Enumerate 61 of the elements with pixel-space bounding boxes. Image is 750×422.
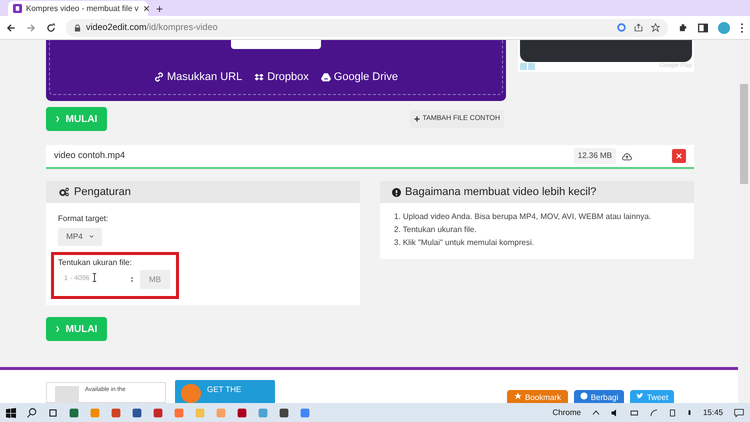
source-link[interactable]: Masukkan URL	[167, 69, 242, 86]
address-bar[interactable]: video2edit.com/id/kompres-video	[66, 18, 668, 36]
source-link[interactable]: Dropbox	[267, 69, 309, 86]
gears-icon	[58, 187, 70, 197]
browser-tab[interactable]: Kompres video - membuat file v	[8, 1, 148, 16]
tablet-icon	[668, 408, 676, 416]
speaker-icon	[610, 408, 619, 416]
windows-icon	[6, 408, 16, 418]
info-icon	[392, 188, 401, 196]
share-icon	[634, 23, 643, 32]
chevron-icon	[56, 115, 62, 123]
file-name: video contoh.mp4	[54, 149, 126, 162]
dropbox-icon	[254, 72, 264, 82]
upload-cloud-icon	[622, 152, 632, 160]
field-label: Format target:	[58, 213, 110, 225]
panel-title: Pengaturan	[74, 184, 131, 200]
file-size: 12.36 MB	[574, 148, 616, 164]
url-text: video2edit.com/id/kompres-video	[86, 20, 218, 34]
side-panel-icon	[698, 22, 708, 32]
chevron-icon	[56, 325, 62, 333]
format-select[interactable]: MP4	[58, 228, 102, 246]
star-icon	[514, 392, 522, 400]
step-text: 1. Upload video Anda. Bisa berupa MP4, MOV, AVI, WEBM atau lainnya.	[394, 211, 652, 223]
field-label: Tentukan ukuran file:	[58, 257, 133, 269]
bird-icon	[636, 392, 644, 400]
caret-icon	[88, 235, 94, 239]
forward-icon	[26, 22, 36, 32]
clock: 15:45	[702, 406, 723, 418]
link-icon	[154, 72, 164, 82]
star-icon	[651, 23, 660, 32]
panel-title: Bagaimana membuat video lebih kecil?	[405, 184, 596, 200]
unit-label: MB	[140, 270, 170, 289]
back-icon	[6, 22, 16, 32]
share-button[interactable]: Berbagi	[574, 390, 624, 403]
tab-title: Kompres video - membuat file v	[26, 2, 138, 14]
spinner-icon	[130, 276, 134, 283]
lock-icon	[74, 24, 81, 32]
drive-icon	[320, 72, 331, 82]
caret-icon	[592, 408, 600, 416]
source-link[interactable]: Google Drive	[334, 69, 398, 86]
text-cursor-icon	[92, 273, 97, 282]
avatar[interactable]	[718, 22, 730, 34]
scroll-thumb[interactable]	[740, 84, 748, 184]
new-tab-button[interactable]: +	[152, 2, 168, 16]
addon-text: GET THE	[207, 384, 242, 396]
task-view-icon	[48, 408, 58, 418]
remove-button[interactable]	[672, 149, 686, 163]
step-text: 2. Tentukan ukuran file.	[394, 224, 478, 236]
step-text: 3. Klik "Mulai" untuk memulai kompresi.	[394, 237, 535, 249]
plus-icon	[414, 116, 420, 122]
close-icon	[676, 153, 682, 159]
reload-icon	[46, 22, 56, 32]
menu-icon	[740, 22, 744, 32]
extensions-icon	[678, 22, 688, 32]
battery-icon	[630, 408, 639, 416]
file-picker-button[interactable]	[231, 40, 321, 49]
close-icon	[142, 5, 150, 12]
site-icon	[13, 4, 22, 13]
taskbar-app-label: Chrome	[552, 406, 581, 418]
search-icon	[27, 408, 37, 418]
notification-icon	[734, 408, 744, 418]
